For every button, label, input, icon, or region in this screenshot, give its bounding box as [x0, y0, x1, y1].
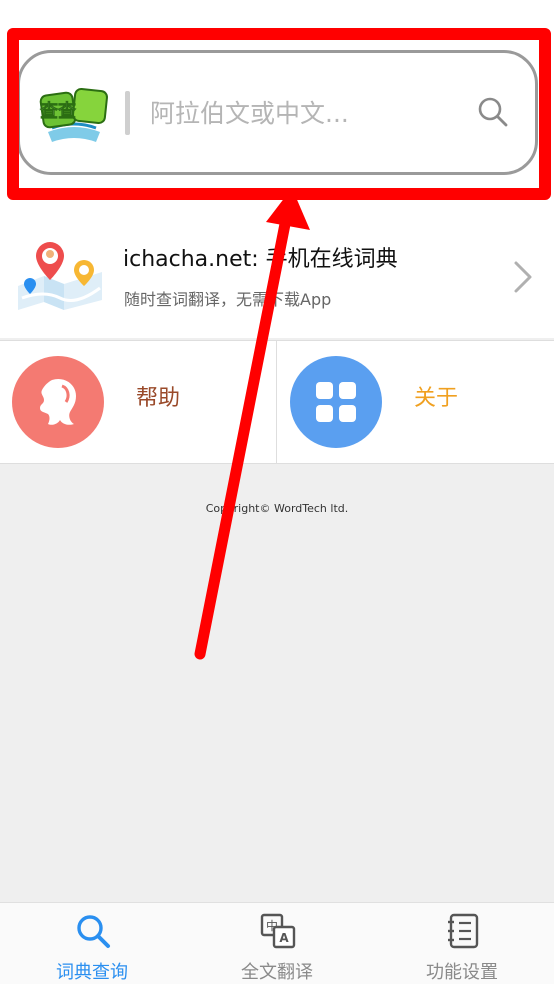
about-button[interactable] — [290, 356, 382, 448]
tab-label: 功能设置 — [426, 962, 498, 983]
grid-icon — [316, 382, 356, 422]
red-highlight-box — [7, 28, 551, 200]
promo-title: ichacha.net: 手机在线词典 — [123, 247, 398, 272]
copyright-text: Copyright© WordTech ltd. — [205, 502, 349, 515]
notebook-icon — [448, 913, 479, 949]
tab-translate[interactable]: 中 A 全文翻译 — [185, 902, 369, 984]
tab-dictionary[interactable]: 词典查询 — [0, 902, 184, 984]
help-button[interactable] — [12, 356, 104, 448]
translate-icon: 中 A — [260, 913, 296, 949]
grid-divider — [276, 340, 277, 464]
promo-subtitle: 随时查词翻译，无需下载App — [124, 290, 332, 309]
search-icon — [77, 915, 110, 948]
about-label[interactable]: 关于 — [414, 380, 458, 412]
tab-settings[interactable]: 功能设置 — [370, 902, 554, 984]
chevron-right-icon[interactable] — [512, 260, 534, 294]
tab-label: 词典查询 — [56, 962, 128, 983]
map-pin-icon — [18, 242, 102, 310]
tab-label: 全文翻译 — [241, 962, 313, 983]
help-label[interactable]: 帮助 — [136, 380, 180, 412]
head-profile-icon — [40, 378, 76, 425]
svg-text:A: A — [279, 931, 289, 945]
